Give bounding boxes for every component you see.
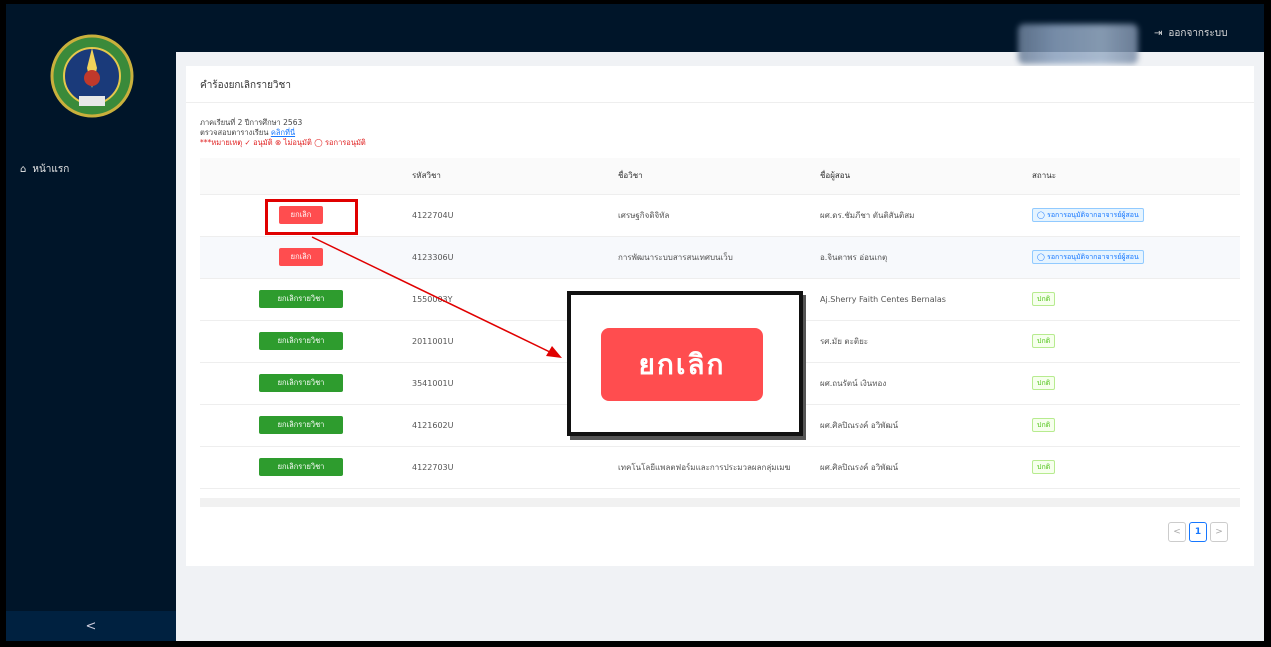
timetable-text: ตรวจสอบตารางเรียน — [200, 128, 269, 137]
status-badge: ปกติ — [1032, 460, 1056, 474]
teacher-name: ผศ.ศิลปิณรงค์ อวิพัฒน์ — [810, 446, 1022, 489]
status-badge: ปกติ — [1032, 334, 1056, 348]
course-code: 4122703U — [402, 446, 608, 489]
table-row: ยกเลิก 4123306U การพัฒนาระบบสารสนเทศบนเว… — [200, 236, 1240, 279]
status-legend: ***หมายเหตุ ✓ อนุมัติ ⊗ ไม่อนุมัติ ◯ รอก… — [200, 138, 366, 147]
course-code: 4123306U — [402, 236, 608, 279]
col-status: สถานะ — [1022, 158, 1240, 195]
top-header: ⇥ ออกจากระบบ — [176, 4, 1264, 64]
withdraw-course-button[interactable]: ยกเลิกรายวิชา — [259, 374, 343, 392]
withdraw-course-button[interactable]: ยกเลิกรายวิชา — [259, 290, 343, 308]
col-name: ชื่อวิชา — [608, 158, 810, 195]
sidebar-collapse-button[interactable]: < — [6, 611, 176, 641]
status-badge: ปกติ — [1032, 292, 1056, 306]
highlight-box — [265, 199, 358, 235]
table-row: ยกเลิกรายวิชา 4122703U เทคโนโลยีแพลตฟอร์… — [200, 446, 1240, 489]
timetable-link[interactable]: คลิกที่นี่ — [271, 128, 295, 137]
logout-label: ออกจากระบบ — [1168, 28, 1228, 39]
teacher-name: Aj.Sherry Faith Centes Bernalas — [810, 278, 1022, 321]
next-page-button[interactable]: > — [1210, 522, 1228, 542]
course-name: การพัฒนาระบบสารสนเทศบนเว็บ — [608, 236, 810, 279]
semester-text: ภาคเรียนที่ 2 ปีการศึกษา 2563 — [200, 118, 303, 127]
status-badge: ◯ รอการอนุมัติจากอาจารย์ผู้สอน — [1032, 250, 1144, 264]
col-code: รหัสวิชา — [402, 158, 608, 195]
page-button-current[interactable]: 1 — [1189, 522, 1207, 542]
sidebar: ⌂ หน้าแรก < — [6, 4, 176, 641]
withdraw-course-button[interactable]: ยกเลิกรายวิชา — [259, 332, 343, 350]
teacher-name: ผศ.ถนรัตน์ เงินทอง — [810, 362, 1022, 405]
nav-home[interactable]: ⌂ หน้าแรก — [20, 162, 69, 177]
logout-button[interactable]: ⇥ ออกจากระบบ — [1154, 26, 1227, 41]
zoom-callout: ยกเลิก — [567, 291, 803, 436]
nav-home-label: หน้าแรก — [32, 164, 70, 175]
cancel-request-button[interactable]: ยกเลิก — [279, 248, 323, 266]
info-block: ภาคเรียนที่ 2 ปีการศึกษา 2563 ตรวจสอบตาร… — [200, 118, 366, 148]
withdraw-course-button[interactable]: ยกเลิกรายวิชา — [259, 416, 343, 434]
course-name: เทคโนโลยีแพลตฟอร์มและการประมวลผลกลุ่มเมฆ — [608, 446, 810, 489]
status-badge: ปกติ — [1032, 418, 1056, 432]
app-frame: ⌂ หน้าแรก < ⇥ ออกจากระบบ คำร้องยกเลิกราย… — [6, 4, 1264, 641]
home-icon: ⌂ — [20, 164, 27, 175]
status-badge: ◯ รอการอนุมัติจากอาจารย์ผู้สอน — [1032, 208, 1144, 222]
pagination: < 1 > — [1168, 522, 1228, 542]
teacher-name: อ.จินตาพร อ่อนเกตุ — [810, 236, 1022, 279]
divider — [186, 102, 1254, 103]
prev-page-button[interactable]: < — [1168, 522, 1186, 542]
university-logo — [50, 34, 134, 118]
zoomed-cancel-button: ยกเลิก — [601, 328, 763, 401]
col-action — [200, 158, 402, 195]
teacher-name: ผศ.ศิลปิณรงค์ อวิพัฒน์ — [810, 404, 1022, 447]
page-title: คำร้องยกเลิกรายวิชา — [200, 80, 291, 91]
teacher-name: ผศ.ดร.ชัมภีชา ตันติสันติสม — [810, 194, 1022, 237]
table-header-row: รหัสวิชา ชื่อวิชา ชื่อผู้สอน สถานะ — [200, 158, 1240, 195]
withdraw-course-button[interactable]: ยกเลิกรายวิชา — [259, 458, 343, 476]
status-badge: ปกติ — [1032, 376, 1056, 390]
horizontal-scrollbar[interactable] — [200, 498, 1240, 507]
logout-icon: ⇥ — [1154, 28, 1163, 39]
user-avatar-blurred[interactable] — [1018, 24, 1138, 64]
col-teacher: ชื่อผู้สอน — [810, 158, 1022, 195]
teacher-name: รศ.มัย ตะติยะ — [810, 320, 1022, 363]
course-name: เศรษฐกิจดิจิทัล — [608, 194, 810, 237]
course-code: 4122704U — [402, 194, 608, 237]
